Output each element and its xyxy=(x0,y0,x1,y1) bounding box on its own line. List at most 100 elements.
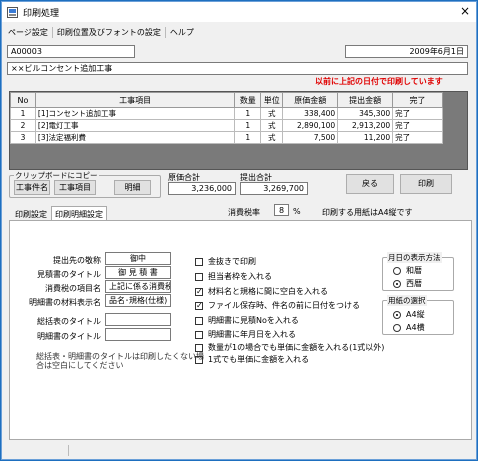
estimate-title-input[interactable]: 御 見 積 書 xyxy=(105,266,171,279)
checkbox-box xyxy=(195,272,203,281)
checkbox-unit-price-qty1[interactable]: 数量が1の場合でも単価に金額を入れる(1式以外) xyxy=(195,342,384,353)
cell-qty: 1 xyxy=(234,131,262,144)
material-name-input[interactable]: 品名･規格(仕様) xyxy=(105,294,171,307)
checkbox-space-material-spec[interactable]: ✓ 材料名と規格に間に空白を入れる xyxy=(195,286,328,297)
estimate-code-field[interactable]: A00003 xyxy=(7,45,135,58)
cell-cost: 2,890,100 xyxy=(282,119,339,132)
copy-detail-button[interactable]: 明細 xyxy=(114,180,151,195)
status-divider xyxy=(68,445,69,456)
printed-date-warning: 以前に上記の日付で印刷しています xyxy=(315,77,443,86)
radio-dot xyxy=(393,279,401,288)
cell-done: 完了 xyxy=(392,107,443,120)
items-table: No 工事項目 数量 単位 原価金額 提出金額 完了 1 [1]コンセント追加工… xyxy=(10,92,443,144)
field-label-detail-title: 明細書のタイトル xyxy=(37,332,101,341)
cell-done: 完了 xyxy=(392,131,443,144)
checkbox-label: ファイル保存時、件名の前に日付をつける xyxy=(208,301,360,310)
cell-no: 2 xyxy=(10,119,36,132)
cell-submit: 2,913,200 xyxy=(337,119,394,132)
checkbox-no-price[interactable]: 金抜きで印刷 xyxy=(195,256,256,267)
title-bar: 印刷処理 × xyxy=(2,2,476,22)
cell-submit: 11,200 xyxy=(337,131,394,144)
checkbox-box xyxy=(195,316,203,325)
cell-cost: 7,500 xyxy=(282,131,339,144)
checkbox-box: ✓ xyxy=(195,300,203,310)
radio-western-year[interactable]: 西暦 xyxy=(393,278,422,289)
field-label-summary-title: 総括表のタイトル xyxy=(37,317,101,326)
radio-japanese-era[interactable]: 和暦 xyxy=(393,265,422,276)
date-field[interactable]: 2009年6月1日 xyxy=(345,45,468,58)
radio-label: A4縦 xyxy=(406,310,425,319)
cell-qty: 1 xyxy=(234,107,262,120)
checkbox-detail-date[interactable]: 明細書に年月日を入れる xyxy=(195,329,296,340)
radio-dot xyxy=(393,310,401,319)
cell-cost: 338,400 xyxy=(282,107,339,120)
checkbox-label: 明細書に見積Noを入れる xyxy=(208,316,299,325)
col-no: No xyxy=(10,92,36,108)
print-dialog-window: 印刷処理 × ページ設定 印刷位置及びフォントの設定 ヘルプ A00003 20… xyxy=(1,1,477,460)
close-icon[interactable]: × xyxy=(460,5,470,17)
radio-dot xyxy=(393,266,401,275)
cell-item: [1]コンセント追加工事 xyxy=(34,107,236,120)
cell-done: 完了 xyxy=(392,119,443,132)
honorific-input[interactable]: 御中 xyxy=(105,252,171,265)
status-bar xyxy=(2,442,476,459)
checkbox-person-frame[interactable]: 担当者枠を入れる xyxy=(195,271,272,282)
col-submit: 提出金額 xyxy=(337,92,394,108)
tax-rate-field[interactable]: 8 xyxy=(274,204,289,216)
cell-item: [2]電灯工事 xyxy=(34,119,236,132)
checkbox-date-prefix[interactable]: ✓ ファイル保存時、件名の前に日付をつける xyxy=(195,300,360,311)
cell-no: 3 xyxy=(10,131,36,144)
items-grid[interactable]: No 工事項目 数量 単位 原価金額 提出金額 完了 1 [1]コンセント追加工… xyxy=(9,91,468,170)
detail-settings-panel: 提出先の敬称 御中 見積書のタイトル 御 見 積 書 消費税の項目名 上記に係る… xyxy=(9,220,472,440)
window-title: 印刷処理 xyxy=(23,8,60,19)
cell-unit: 式 xyxy=(260,107,284,120)
checkbox-label: 材料名と規格に間に空白を入れる xyxy=(208,287,328,296)
paper-select-group: 用紙の選択 A4縦 A4横 xyxy=(382,295,454,335)
field-label-tax-item: 消費税の項目名 xyxy=(45,284,101,293)
checkbox-estimate-no[interactable]: 明細書に見積Noを入れる xyxy=(195,315,299,326)
clipboard-group: クリップボードにコピー 工事件名 工事項目 明細 xyxy=(9,170,161,198)
title-hint-text: 総括表・明細書のタイトルは印刷したくない場合は空白にしてください xyxy=(36,352,204,370)
tax-item-input[interactable]: 上記に係る消費税 xyxy=(105,280,171,293)
col-item: 工事項目 xyxy=(34,92,236,108)
copy-item-button[interactable]: 工事項目 xyxy=(54,180,96,195)
radio-a4-landscape[interactable]: A4横 xyxy=(393,322,425,333)
checkbox-box xyxy=(195,330,203,339)
checkbox-box xyxy=(195,343,203,352)
tax-rate-unit: % xyxy=(293,207,301,216)
table-row[interactable]: 1 [1]コンセント追加工事 1 式 338,400 345,300 完了 xyxy=(10,107,443,120)
print-button[interactable]: 印刷 xyxy=(400,174,452,194)
cell-no: 1 xyxy=(10,107,36,120)
col-unit: 単位 xyxy=(260,92,284,108)
cost-total-value: 3,236,000 xyxy=(168,182,236,195)
cell-item: [3]法定福利費 xyxy=(34,131,236,144)
checkbox-unit-price-lumpsum[interactable]: 1式でも単価に金額を入れる xyxy=(195,354,309,365)
checkbox-label: 金抜きで印刷 xyxy=(208,257,256,266)
table-row[interactable]: 2 [2]電灯工事 1 式 2,890,100 2,913,200 完了 xyxy=(10,119,443,132)
menu-page-setup[interactable]: ページ設定 xyxy=(4,26,53,38)
menu-bar: ページ設定 印刷位置及びフォントの設定 ヘルプ xyxy=(4,24,198,40)
summary-title-input[interactable] xyxy=(105,313,171,326)
back-button[interactable]: 戻る xyxy=(346,174,394,194)
checkbox-label: 明細書に年月日を入れる xyxy=(208,330,296,339)
checkbox-box xyxy=(195,257,203,266)
radio-label: A4横 xyxy=(406,323,425,332)
col-cost: 原価金額 xyxy=(282,92,339,108)
menu-print-position-font[interactable]: 印刷位置及びフォントの設定 xyxy=(53,26,166,38)
checkbox-label: 1式でも単価に金額を入れる xyxy=(208,355,310,364)
project-name-field[interactable]: ××ビルコンセント追加工事 xyxy=(7,62,468,75)
detail-title-input[interactable] xyxy=(105,328,171,341)
menu-help[interactable]: ヘルプ xyxy=(166,27,198,38)
date-display-group: 月日の表示方法 和暦 西暦 xyxy=(382,252,454,291)
radio-dot xyxy=(393,323,401,332)
radio-a4-portrait[interactable]: A4縦 xyxy=(393,309,425,320)
field-label-honorific: 提出先の敬称 xyxy=(53,256,101,265)
checkbox-label: 担当者枠を入れる xyxy=(208,272,272,281)
table-row[interactable]: 3 [3]法定福利費 1 式 7,500 11,200 完了 xyxy=(10,131,443,144)
checkbox-box: ✓ xyxy=(195,286,203,296)
col-qty: 数量 xyxy=(234,92,262,108)
field-label-estimate-title: 見積書のタイトル xyxy=(37,270,101,279)
tax-rate-label: 消費税率 xyxy=(228,208,260,217)
checkbox-label: 数量が1の場合でも単価に金額を入れる(1式以外) xyxy=(208,343,385,352)
copy-project-button[interactable]: 工事件名 xyxy=(14,180,50,195)
